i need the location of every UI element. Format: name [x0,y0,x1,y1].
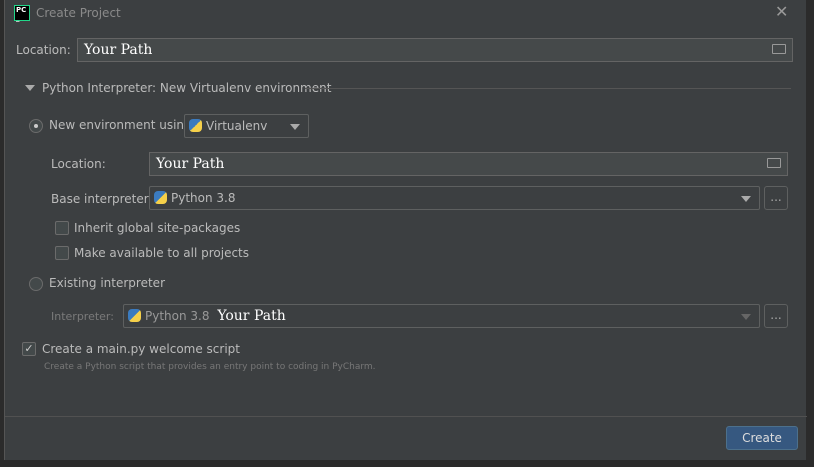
chevron-down-icon [741,314,751,320]
folder-icon[interactable] [767,158,781,168]
python-icon [154,191,167,204]
inherit-packages-label: Inherit global site-packages [74,221,241,235]
base-interpreter-label: Base interpreter: [51,192,153,206]
existing-interpreter-radio[interactable] [29,277,43,291]
env-location-value: Your Path [156,156,225,172]
interpreter-section-title[interactable]: Python Interpreter: New Virtualenv envir… [42,81,331,95]
location-label: Location: [16,43,71,57]
footer-divider [5,416,807,417]
location-input[interactable]: Your Path [77,38,793,62]
interpreter-path: Your Path [217,308,286,324]
base-interpreter-value: Python 3.8 [171,191,236,205]
interpreter-label: Interpreter: [51,310,114,323]
base-interpreter-select[interactable]: Python 3.8 [149,186,760,210]
new-environment-radio[interactable] [29,119,43,133]
welcome-script-hint: Create a Python script that provides an … [44,362,376,372]
existing-interpreter-select[interactable]: Python 3.8 Your Path [123,304,760,328]
interpreter-version: Python 3.8 [145,309,210,323]
env-location-input[interactable]: Your Path [149,152,788,176]
folder-icon[interactable] [772,44,786,54]
welcome-script-label: Create a main.py welcome script [42,342,240,356]
chevron-down-icon [741,196,751,202]
inherit-packages-checkbox[interactable] [55,221,69,235]
new-environment-label: New environment using [49,118,192,132]
create-button[interactable]: Create [726,426,798,450]
base-interpreter-browse-button[interactable]: ... [764,186,788,210]
chevron-down-icon [290,124,300,130]
welcome-script-checkbox[interactable]: ✓ [22,342,36,356]
environment-tool-select[interactable]: Virtualenv [184,114,309,138]
existing-interpreter-label: Existing interpreter [49,276,165,290]
location-value: Your Path [84,42,153,58]
section-divider [305,88,791,89]
python-icon [128,309,141,322]
make-available-label: Make available to all projects [74,246,250,260]
close-icon[interactable]: ✕ [775,2,788,21]
env-location-label: Location: [51,157,106,171]
pycharm-logo-icon: PC _ [14,5,30,22]
collapse-triangle-icon[interactable] [25,85,35,91]
create-project-dialog: PC _ Create Project ✕ Location: Your Path… [4,0,807,460]
dialog-title: Create Project [36,6,121,20]
existing-interpreter-browse-button[interactable]: ... [764,304,788,328]
python-icon [189,119,202,132]
environment-tool-value: Virtualenv [206,119,268,133]
make-available-checkbox[interactable] [55,246,69,260]
